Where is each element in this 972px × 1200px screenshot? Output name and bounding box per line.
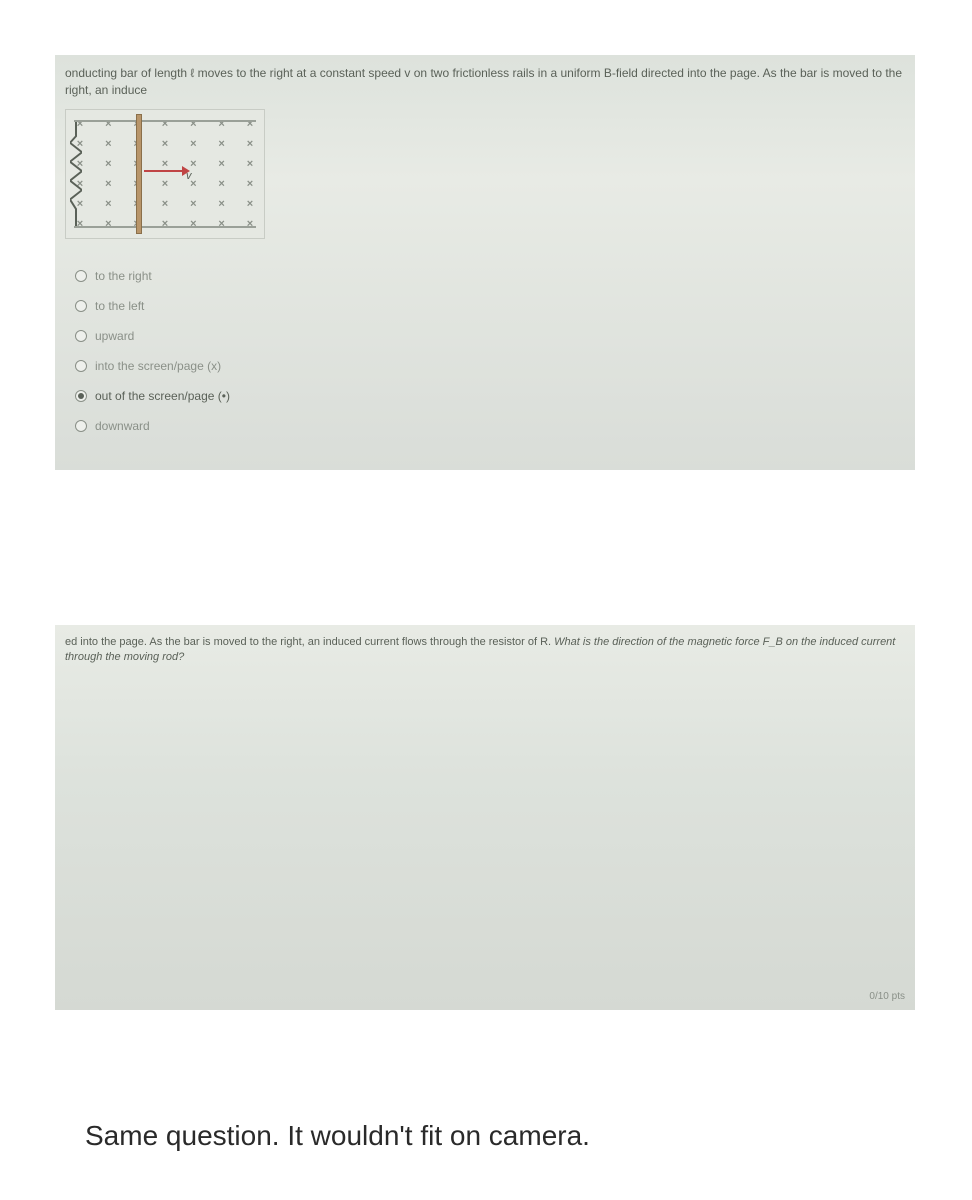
radio-icon <box>75 360 87 372</box>
question-text: onducting bar of length ℓ moves to the r… <box>65 65 905 99</box>
velocity-arrow-icon <box>144 170 184 172</box>
option-label: upward <box>95 329 134 343</box>
conducting-bar <box>136 114 142 234</box>
radio-icon <box>75 330 87 342</box>
option-upward[interactable]: upward <box>75 329 905 343</box>
option-label: to the left <box>95 299 144 313</box>
option-to-the-left[interactable]: to the left <box>75 299 905 313</box>
question-panel-1: onducting bar of length ℓ moves to the r… <box>55 55 915 470</box>
option-to-the-right[interactable]: to the right <box>75 269 905 283</box>
rail-top <box>74 120 256 122</box>
resistor-icon <box>70 122 82 226</box>
option-out-of-screen[interactable]: out of the screen/page (•) <box>75 389 905 403</box>
option-downward[interactable]: downward <box>75 419 905 433</box>
option-label: to the right <box>95 269 152 283</box>
points-badge: 0/10 pts <box>869 991 905 1002</box>
radio-icon <box>75 270 87 282</box>
option-into-screen[interactable]: into the screen/page (x) <box>75 359 905 373</box>
caption: Same question. It wouldn't fit on camera… <box>85 1120 590 1152</box>
physics-diagram: ××××××× ××××××× ××××××× ××××××× ××××××× … <box>65 109 265 239</box>
rail-bottom <box>74 226 256 228</box>
radio-icon <box>75 390 87 402</box>
field-x-marks: ××××××× ××××××× ××××××× ××××××× ××××××× … <box>74 118 256 230</box>
answer-options: to the right to the left upward into the… <box>65 269 905 433</box>
option-label: out of the screen/page (•) <box>95 389 230 403</box>
option-label: into the screen/page (x) <box>95 359 221 373</box>
option-label: downward <box>95 419 150 433</box>
question-text: ed into the page. As the bar is moved to… <box>65 635 905 666</box>
radio-icon <box>75 420 87 432</box>
question-panel-2: ed into the page. As the bar is moved to… <box>55 625 915 1010</box>
radio-icon <box>75 300 87 312</box>
velocity-label: v <box>186 170 192 182</box>
